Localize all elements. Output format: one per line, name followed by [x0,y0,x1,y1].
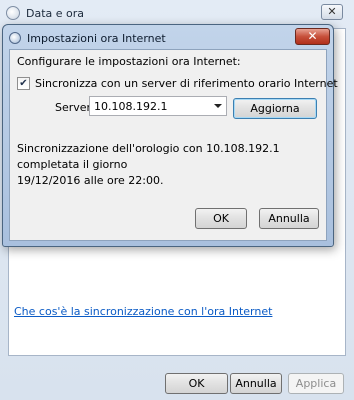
ok-button[interactable]: OK [165,373,228,394]
clock-icon [6,6,20,20]
apply-button[interactable]: Applica [288,373,344,394]
status-line-1: Sincronizzazione dell'orologio con 10.10… [17,142,280,171]
sync-checkbox[interactable]: ✔ [17,77,30,90]
dialog-title: Impostazioni ora Internet [27,32,166,45]
clock-icon [9,32,21,44]
internet-time-settings-dialog: Impostazioni ora Internet ✕ Configurare … [2,24,338,247]
footer-bar: OK Annulla Applica [0,366,354,400]
status-line-2: 19/12/2016 alle ore 22:00. [17,174,164,187]
help-link-internet-time[interactable]: Che cos'è la sincronizzazione con l'ora … [14,305,272,318]
server-value: 10.108.192.1 [94,100,168,113]
dialog-close-button[interactable]: ✕ [295,28,330,45]
cancel-button[interactable]: Annulla [230,373,282,394]
dialog-cancel-button[interactable]: Annulla [259,208,319,229]
close-icon: ✕ [307,29,318,43]
close-icon: ✕ [327,5,337,18]
update-now-button[interactable]: Aggiorna [233,98,317,119]
checkmark-icon: ✔ [19,78,28,89]
sync-status-message: Sincronizzazione dell'orologio con 10.10… [17,141,321,189]
close-button[interactable]: ✕ [321,4,343,20]
dialog-ok-button[interactable]: OK [195,208,247,229]
server-combobox[interactable]: 10.108.192.1 [89,96,227,116]
sync-checkbox-label[interactable]: Sincronizza con un server di riferimento… [35,77,338,90]
title-bar: Data e ora ✕ [0,0,354,26]
chevron-down-icon[interactable] [214,104,222,108]
window-title: Data e ora [26,7,85,20]
settings-heading: Configurare le impostazioni ora Internet… [17,55,241,68]
